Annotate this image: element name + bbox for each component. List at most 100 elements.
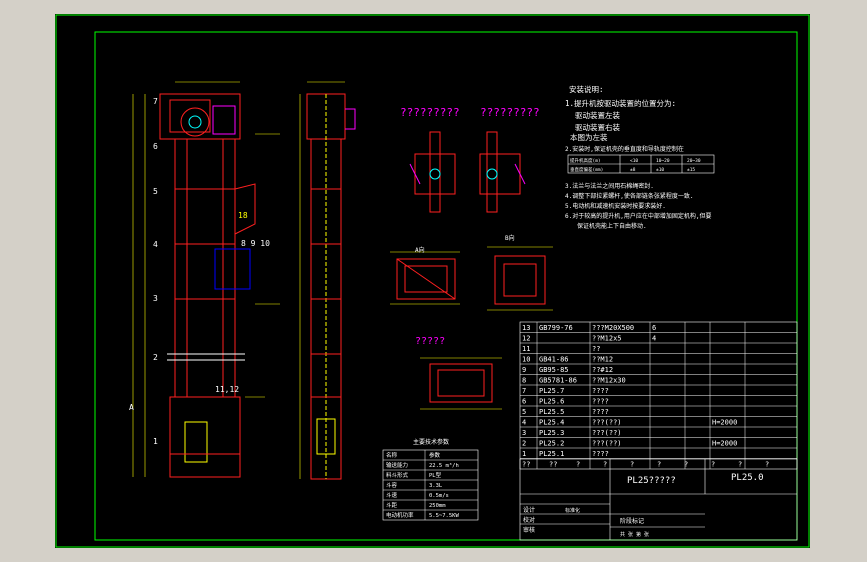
bom-cell: 13	[522, 324, 530, 332]
balloon-2: 2	[153, 353, 158, 362]
label-18: 18	[238, 211, 248, 220]
bom-cell: 2	[522, 440, 526, 448]
bom-cell: 6	[652, 324, 656, 332]
param-name: 电动机功率	[386, 511, 414, 519]
bom-cell: 5	[522, 408, 526, 416]
bom-cell: GB41-86	[539, 356, 569, 364]
bom-header-cell: ?	[603, 461, 607, 469]
bom-cell: ????	[592, 408, 609, 416]
bom-cell: 3	[522, 429, 526, 437]
notes-item1b: 驱动装置右装	[575, 122, 620, 132]
bom-cell: PL25.5	[539, 408, 564, 416]
bom-cell: H=2000	[712, 440, 737, 448]
bom-header-cell: ?	[684, 461, 688, 469]
bom-header-cell: ?	[765, 461, 769, 469]
detail-view-1	[409, 131, 456, 213]
balloon-6: 6	[153, 142, 158, 151]
bom-header-cell: ?	[630, 461, 634, 469]
param-value: 5.5~7.5KW	[429, 513, 459, 519]
bom-cell: 10	[522, 356, 530, 364]
tb-checker: 校对	[523, 516, 535, 524]
notes-item2: 2.安装时,保证机壳的垂直度和导轨度控制在	[565, 145, 684, 153]
param-name: 斗容	[386, 481, 398, 489]
bom-cell: ???M20X500	[592, 324, 634, 332]
view-b-label: B向	[505, 234, 515, 242]
notes-item1c: 本图为左装	[570, 132, 608, 142]
tb-sheet: 共 张 第 张	[620, 531, 649, 538]
bom-cell: ???(??)	[592, 419, 622, 427]
bom-cell: ???(??)	[592, 440, 622, 448]
bom-cell: PL25.6	[539, 398, 564, 406]
tol-r1c3: ±15	[687, 167, 695, 173]
main-params-table: 名称 参数输送能力 22.5 m³/h 料斗形式 PL型斗容 3.3L 斗速 0.5m/s 斗距…	[382, 449, 479, 521]
drawing-number: PL25.0	[731, 473, 764, 483]
bom-cell: ??#12	[592, 366, 613, 374]
bom-cell: ??M12	[592, 356, 613, 364]
param-value: 22.5 m³/h	[429, 462, 459, 469]
detail-view-3	[429, 363, 493, 403]
bom-header-cell: ?	[576, 461, 580, 469]
bom-cell: ???(??)	[592, 429, 622, 437]
param-value: PL型	[429, 471, 442, 479]
bom-header-cell: ?	[738, 461, 742, 469]
view-a-label: A向	[415, 246, 425, 254]
detail-title-1: ?????????	[400, 106, 460, 119]
param-value: 参数	[429, 451, 441, 459]
bom-cell: ????	[592, 387, 609, 395]
title-block	[519, 458, 798, 541]
tb-designer: 设计	[523, 506, 535, 514]
param-value: 0.5m/s	[429, 493, 449, 499]
bom-cell: 1	[522, 450, 526, 458]
view-b	[494, 255, 546, 305]
notes-item3: 3.法兰与法兰之间用石棉绳密封.	[565, 182, 654, 190]
bom-cell: ??M12x30	[592, 377, 626, 385]
bom-cell: ????	[592, 450, 609, 458]
bom-cell: PL25.7	[539, 387, 564, 395]
label-11-12: 11,12	[215, 385, 239, 394]
bom-cell: ??	[592, 345, 600, 353]
bom-cell: H=2000	[712, 419, 737, 427]
notes-item1: 1.提升机按驱动装置的位置分为:	[565, 98, 676, 108]
notes-item6: 6.对于较高的提升机,用户应在中部增加固定机构,但要	[565, 212, 711, 220]
bom-cell: GB95-85	[539, 366, 569, 374]
bom-cell: ????	[592, 398, 609, 406]
bom-cell: GB5781-86	[539, 377, 577, 385]
bom-header-cell: ??	[522, 461, 530, 469]
balloon-3: 3	[153, 294, 158, 303]
bom-cell: PL25.2	[539, 440, 564, 448]
balloon-1: 1	[153, 437, 158, 446]
params-title: 主要技术参数	[413, 438, 449, 446]
tb-std: 标准化	[565, 507, 580, 514]
tol-r1c1: ±8	[630, 167, 636, 173]
notes-item5: 5.电动机和减速机安装时按要求装好.	[565, 202, 666, 210]
param-name: 斗速	[386, 492, 398, 499]
notes-item6b: 保证机壳能上下自由移动.	[577, 222, 647, 230]
balloon-4: 4	[153, 240, 158, 249]
param-name: 输送能力	[386, 461, 408, 469]
tol-r1c0: 垂直度偏差(mm)	[570, 166, 603, 173]
notes-item1a: 驱动装置左装	[575, 110, 620, 120]
bom-header-cell: ?	[657, 461, 661, 469]
detail-view-3-dimensions	[420, 357, 502, 410]
label-a: A	[129, 403, 134, 412]
bom-cell: 9	[522, 366, 526, 374]
label-8-9-10: 8 9 10	[241, 239, 270, 248]
tol-r0c2: 10~20	[656, 158, 670, 164]
cad-drawing-canvas: 7 6 5 4 3 2 1 18 8 9 10 11,12 A ????????…	[55, 14, 810, 548]
bom-cell: 6	[522, 398, 526, 406]
bom-cell: GB799-76	[539, 324, 573, 332]
bom-cell: PL25.4	[539, 419, 564, 427]
bom-cell: 4	[522, 419, 526, 427]
detail-title-3: ?????	[415, 336, 445, 347]
detail-title-2: ?????????	[480, 106, 540, 119]
drawing-sheet: 7 6 5 4 3 2 1 18 8 9 10 11,12 A ????????…	[55, 14, 810, 548]
bom-cell: PL25.3	[539, 429, 564, 437]
bom-cell: 11	[522, 345, 530, 353]
bom-cell: 4	[652, 335, 656, 343]
notes-title: 安装说明:	[569, 84, 604, 94]
bom-cell: PL25.1	[539, 450, 564, 458]
tol-r0c3: 20~30	[687, 158, 701, 164]
drawing-title: PL25?????	[627, 476, 676, 486]
tol-r1c2: ±10	[656, 167, 664, 173]
view-a	[396, 258, 456, 300]
